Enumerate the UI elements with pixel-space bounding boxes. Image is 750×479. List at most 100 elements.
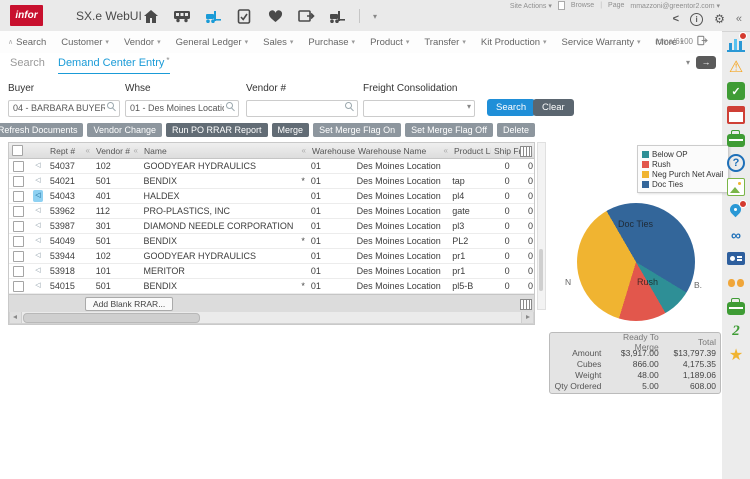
grid-settings-icon[interactable] [520, 299, 532, 310]
binoculars-search-icon[interactable] [727, 274, 745, 292]
table-row[interactable]: ◁ 54015 501 BENDIX * 01 Des Moines Location pl5… [9, 279, 534, 294]
drilldown-icon[interactable]: ◁ [33, 235, 42, 247]
menu-item-transfer[interactable]: Transfer ▾ [424, 37, 466, 48]
row-checkbox[interactable] [13, 205, 25, 217]
site-actions-menu[interactable]: Site Actions ▾ [510, 2, 552, 10]
forklift-alt-icon[interactable] [328, 8, 346, 24]
merge-button[interactable]: Merge [271, 123, 310, 137]
scroll-left-arrow[interactable] [10, 312, 22, 323]
row-checkbox[interactable] [13, 160, 25, 172]
row-checkbox[interactable] [13, 235, 25, 247]
column-header-name[interactable]: Name « [141, 143, 309, 158]
vendor-input[interactable] [246, 99, 358, 117]
menu-item-kit-production[interactable]: Kit Production ▾ [481, 37, 547, 48]
fleet-truck-icon[interactable] [173, 8, 191, 24]
calendar-icon[interactable] [727, 106, 745, 124]
favorites-star-icon[interactable]: ★ [727, 346, 745, 364]
tab-search[interactable]: Search [10, 53, 45, 73]
chevron-down-icon[interactable]: ▾ [373, 12, 377, 21]
delete-button[interactable]: Delete [496, 123, 535, 137]
map-pin-icon[interactable] [727, 200, 747, 220]
menu-item-purchase[interactable]: Purchase ▾ [308, 37, 355, 48]
menu-item-sales[interactable]: Sales ▾ [263, 37, 293, 48]
document-check-icon[interactable] [235, 8, 253, 24]
info-icon[interactable]: i [690, 12, 704, 26]
table-row[interactable]: ◁ 54049 501 BENDIX * 01 Des Moines Location PL2… [9, 234, 534, 249]
menu-item-search[interactable]: ∧ Search [8, 37, 46, 48]
screenshot-image-icon[interactable] [727, 178, 745, 196]
vendor-change-button[interactable]: Vendor Change [87, 123, 163, 137]
row-checkbox[interactable] [13, 220, 25, 232]
drilldown-icon[interactable]: ◁ [33, 265, 42, 277]
set-merge-flag-off-button[interactable]: Set Merge Flag Off [405, 123, 493, 137]
page-link[interactable]: Page [608, 2, 624, 9]
row-checkbox[interactable] [13, 190, 25, 202]
table-row[interactable]: ◁ 54021 501 BENDIX * 01 Des Moines Location tap… [9, 174, 534, 189]
briefcase-alt-icon[interactable] [727, 298, 745, 316]
vertical-scrollbar[interactable] [537, 142, 546, 310]
table-row[interactable]: ◁ 54037 102 GOODYEAR HYDRAULICS 01 Des Moines… [9, 159, 534, 174]
help-icon[interactable]: ? [727, 154, 745, 172]
search-lookup-icon[interactable] [226, 102, 235, 111]
drilldown-icon[interactable]: ◁ [33, 160, 42, 172]
row-checkbox[interactable] [13, 250, 25, 262]
buyer-input[interactable] [8, 99, 120, 117]
contact-card-icon[interactable] [727, 250, 745, 268]
settings-gear-icon[interactable]: ⚙ [714, 12, 725, 26]
scroll-right-arrow[interactable] [521, 312, 533, 323]
scrollbar-thumb[interactable] [539, 249, 543, 291]
user-account-menu[interactable]: mmazzoni@greentor2.com ▾ [630, 2, 720, 10]
menu-item-product[interactable]: Product ▾ [370, 37, 409, 48]
menu-item-general-ledger[interactable]: General Ledger ▾ [176, 37, 249, 48]
add-blank-rrar-button[interactable]: Add Blank RRAR... [85, 297, 174, 311]
row-checkbox[interactable] [13, 280, 25, 292]
drilldown-icon[interactable]: ◁ [33, 250, 42, 262]
column-header-warehouse-name[interactable]: Warehouse Name « [355, 143, 451, 158]
drilldown-icon[interactable]: ◁ [33, 175, 42, 187]
search-lookup-icon[interactable] [107, 102, 116, 111]
table-row[interactable]: ◁ 53987 301 DIAMOND NEEDLE CORPORATION 01 Des… [9, 219, 534, 234]
heart-icon[interactable] [266, 8, 284, 24]
tab-options-caret[interactable]: ▾ [686, 58, 690, 67]
go-arrow-button[interactable]: → [696, 56, 716, 69]
menu-item-vendor[interactable]: Vendor ▾ [124, 37, 161, 48]
table-row[interactable]: ◁ 53918 101 MERITOR 01 Des Moines Location pr1… [9, 264, 534, 279]
drilldown-icon[interactable]: ◁ [33, 205, 42, 217]
clear-button[interactable]: Clear [533, 99, 574, 116]
collapse-icon[interactable]: « [736, 13, 742, 25]
table-row[interactable]: ◁ 54043 401 HALDEX 01 Des Moines Location pl4 0… [9, 189, 534, 204]
briefcase-icon[interactable] [727, 130, 745, 148]
grid-settings-icon[interactable] [520, 146, 532, 157]
column-header-warehouse[interactable]: Warehouse« [309, 143, 355, 158]
infor-logo[interactable]: infor [10, 5, 43, 26]
forklift-active-icon[interactable] [204, 8, 222, 24]
table-row[interactable]: ◁ 53944 102 GOODYEAR HYDRAULICS 01 Des Moines… [9, 249, 534, 264]
metrics-chart-icon[interactable] [727, 32, 747, 52]
horizontal-scrollbar[interactable] [9, 312, 534, 324]
share-icon[interactable]: < [673, 13, 679, 25]
logout-icon[interactable] [697, 35, 708, 48]
drilldown-icon[interactable]: ◁ [33, 190, 43, 202]
column-header-product-line[interactable]: Product Line« [451, 143, 491, 158]
column-header-rept[interactable]: Rept # « [47, 143, 93, 158]
home-icon[interactable] [142, 8, 160, 24]
browse-link[interactable]: Browse [571, 2, 594, 9]
scrollbar-thumb[interactable] [23, 313, 200, 323]
search-button[interactable]: Search [487, 99, 536, 116]
links-icon[interactable]: ∞ [727, 226, 745, 244]
alerts-warning-icon[interactable]: ⚠ [727, 58, 745, 76]
row-checkbox[interactable] [13, 175, 25, 187]
drilldown-icon[interactable]: ◁ [33, 280, 42, 292]
menu-item-service-warranty[interactable]: Service Warranty ▾ [562, 37, 641, 48]
drilldown-icon[interactable]: ◁ [33, 220, 42, 232]
freight-select[interactable] [363, 99, 475, 117]
run-po-rrar-report-button[interactable]: Run PO RRAR Report [166, 123, 268, 137]
row-checkbox[interactable] [13, 265, 25, 277]
tasks-clipboard-icon[interactable]: ✓ [727, 82, 745, 100]
quick-note-2-icon[interactable]: 2 [727, 322, 745, 340]
export-image-icon[interactable] [297, 8, 315, 24]
whse-input[interactable] [125, 99, 239, 117]
table-row[interactable]: ◁ 53962 112 PRO-PLASTICS, INC 01 Des Moines L… [9, 204, 534, 219]
search-lookup-icon[interactable] [345, 102, 354, 111]
tab-demand-center-entry[interactable]: Demand Center Entry * [58, 53, 170, 76]
